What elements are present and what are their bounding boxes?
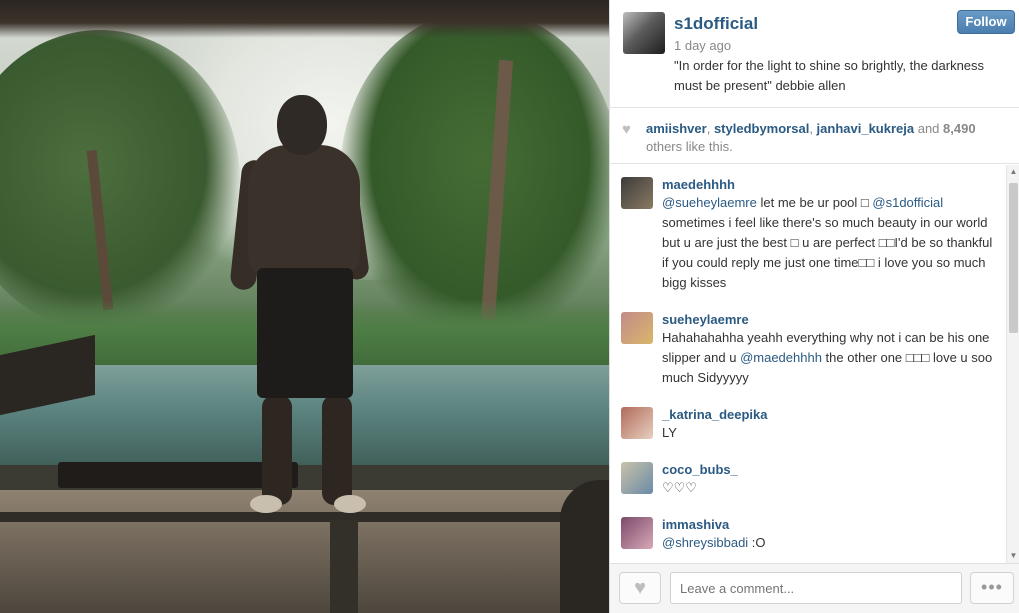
comment-text: LY (662, 423, 1006, 443)
avatar[interactable] (621, 517, 653, 549)
comment-text-fragment: sometimes i feel like there's so much be… (662, 215, 993, 290)
person-leg (262, 395, 292, 505)
likes-text: amiishver, styledbymorsal, janhavi_kukre… (646, 120, 1006, 156)
post-sidebar: s1dofficial 1 day ago "In order for the … (609, 0, 1019, 613)
comment-item: _katrina_deepika LY (610, 395, 1006, 443)
comment-item: immashiva @shreysibbadi :O (610, 505, 1006, 553)
likes-section: ♥ amiishver, styledbymorsal, janhavi_kuk… (610, 108, 1019, 164)
photo-pebbles (330, 520, 358, 613)
avatar[interactable] (621, 177, 653, 209)
mention-link[interactable]: @sueheylaemre (662, 195, 757, 210)
comment-text: @shreysibbadi :O (662, 533, 1006, 553)
avatar[interactable] (621, 462, 653, 494)
comment-username[interactable]: _katrina_deepika (662, 395, 1006, 423)
follow-button[interactable]: Follow (957, 10, 1015, 34)
person-head (277, 95, 327, 155)
post-header: s1dofficial 1 day ago "In order for the … (610, 0, 1019, 108)
avatar[interactable] (621, 407, 653, 439)
mention-link[interactable]: @shreysibbadi (662, 535, 748, 550)
person-shorts (257, 268, 353, 398)
comment-text: @sueheylaemre let me be ur pool □ @s1dof… (662, 193, 1006, 293)
comment-text-fragment: LY (662, 425, 677, 440)
comment-username[interactable]: coco_bubs_ (662, 450, 1006, 478)
scroll-up-icon[interactable]: ▲ (1007, 165, 1019, 179)
like-and: and (914, 121, 944, 136)
like-others: others like this. (646, 139, 733, 154)
comment-text-fragment: :O (748, 535, 766, 550)
comment-username[interactable]: sueheylaemre (662, 300, 1006, 328)
person-foot (250, 495, 282, 513)
heart-icon: ♥ (634, 577, 646, 599)
avatar[interactable] (623, 12, 665, 54)
like-user-link[interactable]: janhavi_kukreja (817, 121, 915, 136)
person-foot (334, 495, 366, 513)
comment-footer: ♥ ••• (610, 563, 1019, 613)
like-separator: , (706, 121, 714, 136)
like-user-link[interactable]: amiishver (646, 121, 707, 136)
like-button[interactable]: ♥ (619, 572, 661, 604)
scroll-down-icon[interactable]: ▼ (1007, 549, 1019, 563)
photo-deck (0, 490, 609, 613)
comments-scrollbar[interactable]: ▲ ▼ (1006, 165, 1019, 563)
post-username[interactable]: s1dofficial (674, 14, 758, 34)
scroll-thumb[interactable] (1009, 183, 1018, 333)
mention-link[interactable]: @maedehhhh (740, 350, 822, 365)
comment-text: ♡♡♡ (662, 478, 1006, 498)
person-leg (322, 395, 352, 505)
comment-text-fragment: let me be ur pool □ (756, 195, 873, 210)
post-time[interactable]: 1 day ago (674, 38, 731, 53)
avatar[interactable] (621, 312, 653, 344)
mention-link[interactable]: @s1dofficial (872, 195, 943, 210)
comment-item: coco_bubs_ ♡♡♡ (610, 450, 1006, 498)
photo-pebbles (0, 512, 609, 522)
comment-username[interactable]: immashiva (662, 505, 1006, 533)
photo-corner (560, 480, 609, 613)
comment-item: maedehhhh @sueheylaemre let me be ur pool… (610, 165, 1006, 293)
comment-input[interactable] (670, 572, 962, 604)
comment-username[interactable]: maedehhhh (662, 165, 1006, 193)
like-user-link[interactable]: styledbymorsal (714, 121, 809, 136)
post-caption: "In order for the light to shine so brig… (674, 58, 985, 93)
comment-text: Hahahahahha yeahh everything why not i c… (662, 328, 1006, 388)
comments-list: maedehhhh @sueheylaemre let me be ur pool… (610, 165, 1006, 563)
photo-tree-right (340, 10, 609, 340)
like-count[interactable]: 8,490 (943, 121, 976, 136)
comment-item: sueheylaemre Hahahahahha yeahh everything… (610, 300, 1006, 388)
like-separator: , (809, 121, 817, 136)
comment-text-fragment: ♡♡♡ (662, 480, 697, 495)
heart-icon: ♥ (622, 121, 631, 138)
photo-roof (0, 0, 609, 38)
post-photo[interactable] (0, 0, 609, 613)
more-options-button[interactable]: ••• (970, 572, 1014, 604)
person-torso (248, 145, 360, 275)
